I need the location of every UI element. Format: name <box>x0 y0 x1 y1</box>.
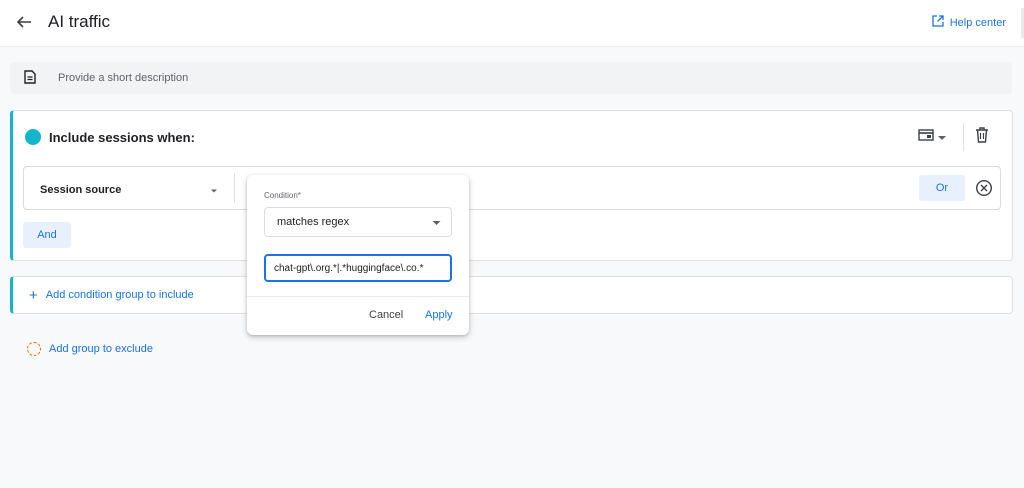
dimension-label: Session source <box>40 184 122 196</box>
top-bar: AI traffic Help center <box>0 0 1024 47</box>
add-include-label: Add condition group to include <box>45 289 194 301</box>
or-button[interactable]: Or <box>919 175 965 201</box>
back-arrow-icon[interactable] <box>12 10 36 34</box>
apply-button[interactable]: Apply <box>425 309 453 321</box>
group-color-dot <box>25 129 41 145</box>
cancel-button[interactable]: Cancel <box>369 309 403 321</box>
plus-icon: + <box>29 286 38 304</box>
match-type-value: matches regex <box>277 216 350 228</box>
condition-scope-button[interactable] <box>918 128 946 146</box>
open-in-new-icon <box>932 15 944 30</box>
dashed-circle-icon <box>27 342 41 356</box>
description-field[interactable]: Provide a short description <box>10 62 1012 94</box>
group-header: Include sessions when: <box>25 129 195 145</box>
header-divider <box>963 123 964 151</box>
dimension-select[interactable]: Session source <box>40 181 218 199</box>
include-condition-group: Include sessions when: Session source Or… <box>10 110 1013 261</box>
condition-row: Session source Or <box>23 166 1001 210</box>
regex-value-input[interactable] <box>264 254 452 282</box>
group-title: Include sessions when: <box>49 129 195 145</box>
popover-divider <box>247 296 469 297</box>
table-layout-icon <box>918 128 934 146</box>
add-exclude-group-button[interactable]: Add group to exclude <box>27 342 153 356</box>
dropdown-arrow-icon <box>938 128 946 146</box>
add-include-group-button[interactable]: + Add condition group to include <box>10 276 1013 314</box>
match-type-select[interactable]: matches regex <box>264 207 452 237</box>
condition-label: Condition* <box>264 191 301 200</box>
description-placeholder: Provide a short description <box>58 72 189 84</box>
help-center-label: Help center <box>949 16 1006 29</box>
add-exclude-label: Add group to exclude <box>49 343 153 355</box>
document-icon <box>24 70 38 86</box>
page-title: AI traffic <box>48 12 111 31</box>
trash-icon[interactable] <box>975 127 989 148</box>
row-divider <box>234 173 235 203</box>
condition-popover: Condition* matches regex Cancel Apply <box>247 175 469 335</box>
help-center-link[interactable]: Help center <box>932 15 1006 30</box>
and-button[interactable]: And <box>23 222 71 248</box>
clear-circle-icon[interactable] <box>975 179 993 202</box>
dropdown-arrow-icon <box>210 181 218 199</box>
dropdown-arrow-icon <box>432 213 441 231</box>
